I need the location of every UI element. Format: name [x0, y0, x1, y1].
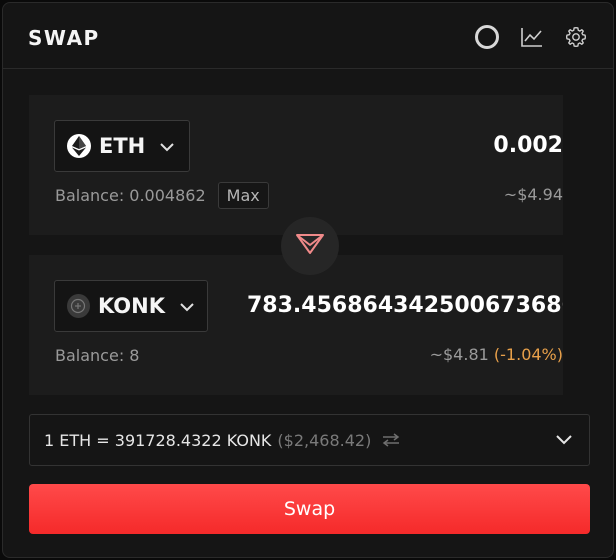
refresh-timer-icon[interactable]: [474, 24, 500, 50]
from-token-symbol: ETH: [99, 134, 146, 158]
to-balance: Balance: 8: [55, 346, 140, 365]
flip-direction-icon: [294, 232, 326, 260]
to-amount-output[interactable]: 783.456864342500673686: [247, 293, 563, 318]
chevron-down-icon[interactable]: [555, 431, 573, 450]
from-usd-value: ~$4.94: [503, 185, 563, 204]
chevron-down-icon: [159, 137, 175, 156]
to-usd-value: ~$4.81: [429, 345, 489, 364]
swap-widget: SWAP ETH 0.002 Balance: 0.004862 Max ~$4…: [2, 2, 614, 558]
from-token-selector[interactable]: ETH: [54, 120, 190, 172]
chart-icon[interactable]: [519, 24, 545, 50]
gear-icon[interactable]: [563, 24, 589, 50]
exchange-rate-row[interactable]: 1 ETH = 391728.4322 KONK ($2,468.42): [29, 414, 590, 466]
page-title: SWAP: [28, 26, 100, 50]
exchange-rate-text: 1 ETH = 391728.4322 KONK: [44, 430, 272, 450]
chevron-down-icon: [179, 297, 195, 316]
to-token-symbol: KONK: [97, 294, 165, 318]
swap-arrows-icon[interactable]: [381, 433, 401, 447]
from-balance-row: Balance: 0.004862 Max: [55, 182, 269, 209]
to-usd-row: ~$4.81 (-1.04%): [430, 345, 563, 364]
exchange-rate-usd: ($2,468.42): [277, 430, 372, 450]
from-balance: Balance: 0.004862: [55, 186, 206, 205]
from-panel: ETH 0.002 Balance: 0.004862 Max ~$4.94: [29, 95, 563, 235]
price-impact: (-1.04%): [493, 345, 563, 364]
to-token-selector[interactable]: KONK: [54, 280, 208, 332]
max-button[interactable]: Max: [217, 182, 269, 209]
swap-header: SWAP: [3, 3, 613, 69]
generic-token-icon: [67, 294, 90, 318]
from-amount-input[interactable]: 0.002: [303, 133, 563, 158]
swap-button[interactable]: Swap: [29, 484, 590, 534]
to-panel: KONK 783.456864342500673686 Balance: 8 ~…: [29, 255, 563, 395]
flip-direction-button[interactable]: [281, 217, 339, 275]
to-balance-row: Balance: 8: [55, 346, 139, 365]
ethereum-icon: [67, 134, 91, 158]
